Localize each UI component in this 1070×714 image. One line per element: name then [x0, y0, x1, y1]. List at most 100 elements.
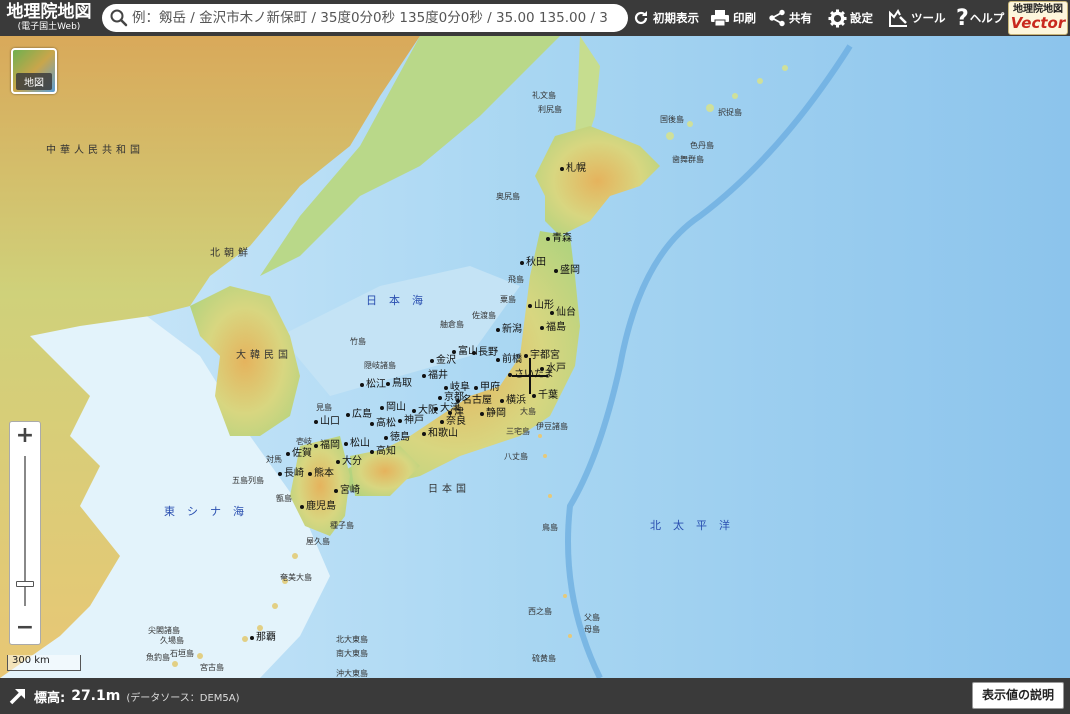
city-label: 仙台: [550, 307, 576, 318]
island-label: 三宅島: [506, 427, 530, 436]
city-label: 福岡: [314, 440, 340, 451]
city-label: 熊本: [308, 468, 334, 479]
country-label-japan: 日本国: [428, 484, 470, 495]
zoom-control: + −: [9, 421, 41, 645]
city-label: 横浜: [500, 395, 526, 406]
explain-values-button[interactable]: 表示値の説明: [972, 682, 1064, 709]
island-label: 竹島: [350, 337, 366, 346]
city-label: 大津: [434, 403, 460, 414]
city-label: 福井: [422, 370, 448, 381]
help-icon: ?: [956, 5, 969, 31]
app-window: 地理院地図 (電子国土Web) 初期表示 印刷 共有 設定 ツール ?: [0, 0, 1070, 714]
share-label: 共有: [789, 11, 812, 25]
help-button[interactable]: ? ヘルプ: [956, 0, 1004, 36]
zoom-in-button[interactable]: +: [10, 422, 40, 452]
city-label: 新潟: [496, 324, 522, 335]
island-label: 宮古島: [200, 663, 224, 672]
city-label: 札幌: [560, 163, 586, 174]
city-label: 松山: [344, 438, 370, 449]
search-box[interactable]: [102, 4, 628, 32]
brand-title: 地理院地図: [6, 2, 92, 22]
share-icon: [769, 9, 785, 27]
island-label: 尖閣諸島: [148, 626, 180, 635]
vector-map-badge[interactable]: 地理院地図 Vector: [1008, 1, 1068, 35]
zoom-out-button[interactable]: −: [10, 614, 40, 644]
island-label: 父島: [584, 613, 600, 622]
search-input[interactable]: [132, 10, 628, 26]
city-label: 長野: [472, 347, 498, 358]
island-label: 国後島: [660, 115, 684, 124]
island-label: 硫黄島: [532, 654, 556, 663]
city-label: 広島: [346, 409, 372, 420]
island-label: 八丈島: [504, 452, 528, 461]
city-label: 山口: [314, 416, 340, 427]
city-label: 京都: [438, 392, 464, 403]
island-label: 対馬: [266, 455, 282, 464]
island-label: 利尻島: [538, 105, 562, 114]
reset-view-button[interactable]: 初期表示: [632, 0, 699, 36]
map-layer-button[interactable]: 地図: [11, 48, 57, 94]
map-canvas[interactable]: 地図 中華人民共和国 北朝鮮 大韓民国 日本国 日本海 東シナ海 北太平洋 札幌…: [0, 36, 1070, 678]
city-label: 名古屋: [456, 395, 492, 406]
city-label: 松江: [360, 379, 386, 390]
city-label: 千葉: [532, 390, 558, 401]
city-label: 大分: [336, 456, 362, 467]
island-label: 西之島: [528, 607, 552, 616]
city-label: 山形: [528, 300, 554, 311]
city-label: 那覇: [250, 632, 276, 643]
city-label: 宮崎: [334, 485, 360, 496]
reset-view-label: 初期表示: [653, 11, 699, 25]
country-label-china: 中華人民共和国: [46, 145, 144, 156]
city-label: 前橋: [496, 354, 522, 365]
island-label: 五島列島: [232, 476, 264, 485]
share-button[interactable]: 共有: [768, 0, 812, 36]
island-label: 魚釣島: [146, 653, 170, 662]
gear-icon: [828, 8, 847, 28]
settings-label: 設定: [850, 11, 873, 25]
brand-subtitle: (電子国土Web): [17, 22, 81, 32]
tools-button[interactable]: ツール: [888, 0, 946, 36]
city-label: 奈良: [440, 416, 466, 427]
footer-bar: 標高: 27.1m (データソース：DEM5A) 表示値の説明: [0, 678, 1070, 714]
island-label: 久場島: [160, 636, 184, 645]
city-label: 佐賀: [286, 448, 312, 459]
city-label: 大阪: [412, 405, 438, 416]
island-label: 舳倉島: [440, 320, 464, 329]
city-label: 秋田: [520, 257, 546, 268]
island-label: 粟島: [500, 295, 516, 304]
city-label: 神戸: [398, 415, 424, 426]
island-label: 大島: [520, 407, 536, 416]
island-label: 礼文島: [532, 91, 556, 100]
island-label: 屋久島: [306, 537, 330, 546]
sea-label-japan-sea: 日本海: [366, 294, 435, 307]
altitude-value: 27.1m: [71, 688, 121, 704]
city-label: 盛岡: [554, 265, 580, 276]
sea-label-east-china-sea: 東シナ海: [164, 505, 256, 518]
island-label: 歯舞群島: [672, 155, 704, 164]
map-layer-label: 地図: [16, 73, 52, 90]
island-label: 飛島: [508, 275, 524, 284]
city-label: さいたま: [508, 369, 554, 380]
scale-bar: 300 km: [7, 655, 81, 671]
sea-label-north-pacific: 北太平洋: [650, 519, 742, 532]
help-label: ヘルプ: [969, 11, 1005, 25]
brand-logo[interactable]: 地理院地図 (電子国土Web): [0, 0, 98, 36]
zoom-slider-handle[interactable]: [16, 580, 34, 587]
city-label: 金沢: [430, 355, 456, 366]
city-label: 富山: [452, 346, 478, 357]
island-label: 色丹島: [690, 141, 714, 150]
country-label-north-korea: 北朝鮮: [210, 248, 252, 259]
island-label: 北大東島: [336, 635, 368, 644]
arrow-up-right-icon: [9, 689, 25, 705]
city-label: 甲府: [474, 382, 500, 393]
island-label: 択捉島: [718, 108, 742, 117]
island-label: 奄美大島: [280, 573, 312, 582]
print-button[interactable]: 印刷: [710, 0, 756, 36]
city-label: 鳥取: [386, 378, 412, 389]
island-label: 隠岐諸島: [364, 361, 396, 370]
city-label: 静岡: [480, 408, 506, 419]
settings-button[interactable]: 設定: [828, 0, 873, 36]
country-label-south-korea: 大韓民国: [236, 350, 292, 361]
header-bar: 地理院地図 (電子国土Web) 初期表示 印刷 共有 設定 ツール ?: [0, 0, 1070, 36]
island-label: 種子島: [330, 521, 354, 530]
